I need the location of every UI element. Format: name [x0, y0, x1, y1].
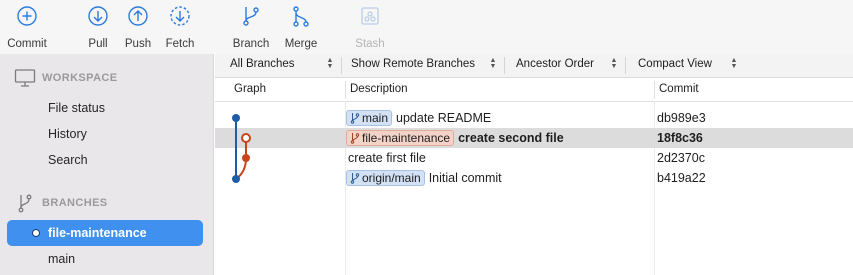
filter-bar: All Branches ▲ ▼ Show Remote Branches ▲ ▼ … [215, 54, 853, 78]
commit-message: Initial commit [428, 171, 502, 185]
merge-button[interactable]: Merge [271, 4, 331, 52]
branch-tag-label: origin/main [362, 171, 421, 185]
commit-graph [232, 114, 251, 183]
branches-header-label: BRANCHES [42, 197, 108, 209]
sidebar-item-file-status[interactable]: File status [48, 101, 105, 115]
arrow-down-circle-icon [88, 6, 108, 26]
updown-chevron-icon: ▲ ▼ [610, 57, 618, 70]
sidebar: WORKSPACE File status History Search BRA… [0, 54, 214, 275]
stash-button[interactable]: Stash [340, 4, 400, 52]
divider [341, 57, 342, 74]
branch-tag[interactable]: file-maintenance [346, 130, 455, 146]
order-filter[interactable]: Ancestor Order [516, 58, 594, 70]
sidebar-item-search[interactable]: Search [48, 153, 88, 167]
branch-icon [350, 173, 360, 184]
sidebar-branch-file-maintenance[interactable]: file-maintenance [7, 220, 203, 246]
sidebar-branch-main[interactable]: main [48, 252, 75, 266]
commit-hash: 18f8c36 [657, 131, 703, 145]
commit-message: create first file [348, 151, 426, 165]
divider [625, 57, 626, 74]
commit-button[interactable]: Commit [0, 4, 57, 52]
branch-tag[interactable]: main [346, 110, 393, 126]
branch-icon [350, 133, 360, 144]
commit-description: create first file [348, 149, 426, 167]
stash-icon [361, 7, 379, 25]
branch-tag-label: main [362, 111, 389, 125]
commit-description: origin/main Initial commit [346, 169, 502, 187]
divider [654, 81, 655, 99]
view-filter[interactable]: Compact View [638, 58, 712, 70]
commit-hash: 2d2370c [657, 151, 705, 165]
graph-node [232, 175, 240, 183]
branch-icon [18, 194, 32, 213]
commit-column-header[interactable]: Commit [659, 83, 699, 95]
fetch-button[interactable]: Fetch [150, 4, 210, 52]
current-branch-icon [32, 229, 40, 237]
commit-label: Commit [7, 38, 47, 50]
branch-icon [243, 7, 259, 26]
commit-message: create second file [458, 131, 564, 145]
graph-column-header[interactable]: Graph [234, 83, 266, 95]
fetch-icon [170, 6, 190, 26]
commit-hash: b419a22 [657, 171, 706, 185]
branch-label: file-maintenance [48, 226, 147, 240]
graph-node-head [241, 133, 251, 143]
column-headers: Graph Description Commit [215, 78, 853, 102]
toolbar: Commit Pull Push Fetch Branch Merge Stas… [0, 0, 853, 54]
branch-icon [350, 113, 360, 124]
stash-label: Stash [355, 38, 385, 50]
commit-description: file-maintenance create second file [346, 129, 564, 147]
fetch-label: Fetch [165, 38, 195, 50]
graph-node [232, 114, 240, 122]
commit-description: main update README [346, 109, 491, 127]
arrow-up-circle-icon [128, 6, 148, 26]
sidebar-item-history[interactable]: History [48, 127, 87, 141]
workspace-section-header[interactable]: WORKSPACE [14, 68, 118, 88]
updown-chevron-icon: ▲ ▼ [730, 57, 738, 70]
branch-tag-label: file-maintenance [362, 131, 451, 145]
divider [504, 57, 505, 74]
branches-filter[interactable]: All Branches [230, 58, 295, 70]
remote-branches-filter[interactable]: Show Remote Branches [351, 58, 475, 70]
merge-label: Merge [284, 38, 318, 50]
description-column-header[interactable]: Description [350, 83, 408, 95]
commit-message: update README [396, 111, 492, 125]
updown-chevron-icon: ▲ ▼ [489, 57, 497, 70]
updown-chevron-icon: ▲ ▼ [326, 57, 334, 70]
graph-node [242, 154, 250, 162]
divider [345, 81, 346, 99]
commit-hash: db989e3 [657, 111, 706, 125]
monitor-icon [14, 69, 36, 87]
workspace-header-label: WORKSPACE [42, 72, 118, 84]
branch-tag[interactable]: origin/main [346, 170, 425, 186]
merge-icon [293, 6, 309, 27]
branches-section-header[interactable]: BRANCHES [14, 193, 108, 213]
plus-circle-icon [17, 6, 37, 26]
